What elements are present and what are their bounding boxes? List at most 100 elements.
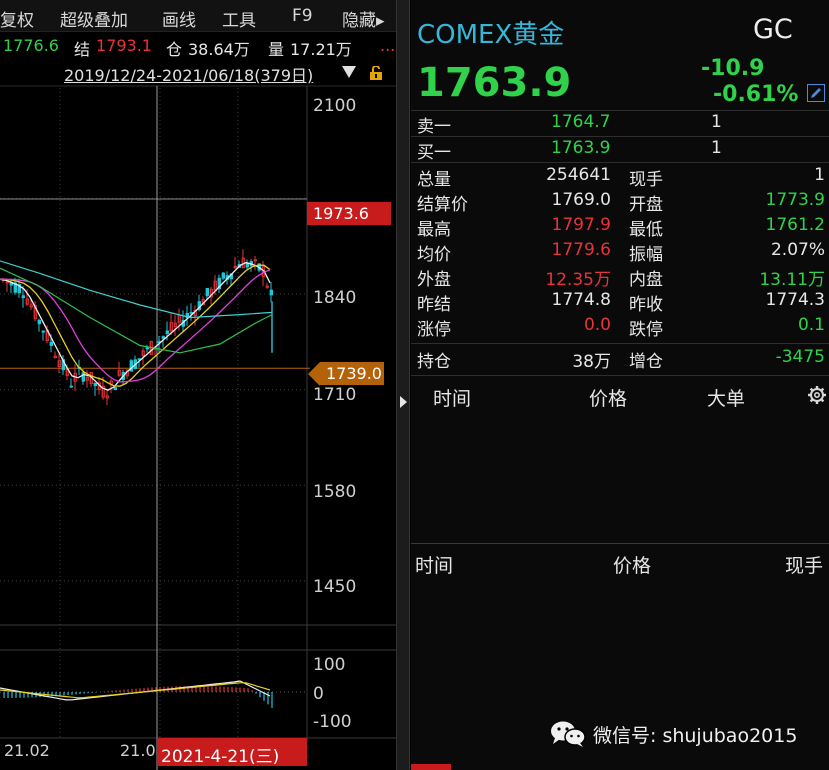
stats-row: 外盘 12.35万 内盘 13.11万: [411, 264, 829, 290]
macd-label-0: 0: [313, 684, 324, 704]
ma5-line: [0, 261, 271, 391]
candle-body: [37, 319, 41, 325]
stats-row: 涨停 0.0 跌停 0.1: [411, 314, 829, 340]
candle-body: [21, 295, 25, 299]
watermark-text: 微信号: shujubao2015: [593, 725, 798, 747]
stat-label: 现手: [629, 170, 663, 190]
candle-body: [189, 311, 193, 314]
stat-value: 254641: [546, 165, 611, 185]
stats-row: 总量 254641 现手 1: [411, 164, 829, 190]
x-label-210: 21.0: [120, 741, 156, 760]
candle-body: [165, 330, 169, 334]
price-change: -10.9: [701, 56, 765, 81]
bottom-indicator: [411, 764, 451, 770]
big-trade-col-price: 价格: [589, 388, 628, 410]
stat-value: 1761.2: [765, 215, 825, 235]
stat-value: 12.35万: [545, 270, 611, 290]
candle-body: [205, 288, 209, 297]
divider-line: [411, 375, 829, 376]
stat-value: 0.0: [583, 315, 611, 335]
stat-label: 最高: [417, 220, 451, 240]
price-change-pct: -0.61%: [713, 82, 799, 107]
stats-row: 昨结 1774.8 昨收 1774.3: [411, 289, 829, 315]
y-label-2100: 2100: [313, 96, 357, 116]
oi-label: 持仓: [417, 352, 451, 372]
tick-col-volume: 现手: [785, 555, 824, 577]
stat-value: 13.11万: [759, 270, 825, 290]
stat-label: 内盘: [629, 270, 663, 290]
y-label-1840: 1840: [313, 288, 357, 308]
stat-label: 总量: [417, 170, 451, 190]
stat-value: 2.07%: [770, 240, 825, 260]
candle-body: [145, 347, 149, 350]
stats-row: 结算价 1769.0 开盘 1773.9: [411, 189, 829, 215]
stat-label: 外盘: [417, 270, 451, 290]
stat-label: 最低: [629, 220, 663, 240]
y-label-1450: 1450: [313, 577, 357, 597]
crosshair-tag-arrow: [308, 362, 320, 386]
ma120-line: [0, 260, 273, 319]
bid-volume: 1: [711, 138, 722, 158]
open-interest-row: 持仓 38万 增仓 -3475: [411, 346, 829, 372]
divider-line: [411, 343, 829, 344]
candle-body: [113, 387, 117, 391]
x-label-2102: 21.02: [4, 741, 50, 760]
stat-value: 1773.9: [765, 190, 825, 210]
high-price-tag: 1973.6: [307, 202, 391, 225]
oi-value: 38万: [572, 352, 611, 372]
edit-icon[interactable]: [807, 84, 825, 102]
oi-change-label: 增仓: [629, 352, 663, 372]
quote-panel: COMEX黄金 GC 1763.9 -10.9 -0.61% 卖一 1764.7…: [411, 0, 829, 770]
candle-body: [221, 272, 225, 279]
instrument-code: GC: [753, 14, 793, 45]
instrument-name: COMEX黄金: [417, 20, 565, 50]
ask-label: 卖一: [417, 117, 451, 137]
candle-body: [93, 382, 97, 387]
candle-body: [161, 336, 165, 339]
stat-value: 1797.9: [551, 215, 611, 235]
stat-label: 均价: [417, 245, 451, 265]
stat-label: 结算价: [417, 195, 468, 215]
stat-value: 1774.3: [765, 290, 825, 310]
stat-label: 昨结: [417, 295, 451, 315]
wechat-icon: [551, 721, 586, 747]
stat-label: 开盘: [629, 195, 663, 215]
stat-label: 昨收: [629, 295, 663, 315]
stats-row: 均价 1779.6 振幅 2.07%: [411, 239, 829, 265]
stat-label: 振幅: [629, 245, 663, 265]
bid-row: 买一 1763.9 1: [411, 137, 829, 163]
stat-value: 1779.6: [551, 240, 611, 260]
stat-value: 1: [814, 165, 825, 185]
last-price: 1763.9: [417, 60, 572, 106]
tick-col-price: 价格: [613, 555, 652, 577]
big-trade-col-big: 大单: [707, 388, 746, 410]
ask-row: 卖一 1764.7 1: [411, 111, 829, 137]
y-label-1580: 1580: [313, 482, 357, 502]
kline-panel[interactable]: 复权 超级叠加 画线 工具 F9 隐藏▸ 1776.6 结 1793.1 仓 3…: [0, 0, 396, 770]
candle-body: [41, 330, 45, 333]
candle-body: [69, 385, 73, 388]
macd-label-100: 100: [313, 655, 346, 675]
ask-volume: 1: [711, 112, 722, 132]
expand-arrow-icon[interactable]: [400, 396, 407, 408]
stat-value: 1774.8: [551, 290, 611, 310]
candle-body: [49, 341, 53, 346]
panel-divider[interactable]: [396, 0, 410, 770]
divider-line: [411, 162, 829, 163]
big-trade-col-time: 时间: [433, 388, 472, 410]
cursor-date-tag: 2021-4-21(三): [157, 738, 307, 767]
crosshair-price-tag: 1739.0: [320, 362, 384, 385]
stats-row: 最高 1797.9 最低 1761.2: [411, 214, 829, 240]
stat-value: 0.1: [797, 315, 825, 335]
gear-icon[interactable]: [807, 385, 827, 405]
candle-body: [269, 289, 273, 296]
bid-price: 1763.9: [551, 138, 611, 158]
divider-line: [411, 543, 829, 544]
stat-label: 跌停: [629, 320, 663, 340]
tick-col-time: 时间: [415, 555, 454, 577]
ask-price: 1764.7: [551, 112, 611, 132]
stat-value: 1769.0: [551, 190, 611, 210]
candle-body: [81, 372, 85, 382]
macd-label-minus100: -100: [313, 712, 352, 732]
bid-label: 买一: [417, 143, 451, 163]
